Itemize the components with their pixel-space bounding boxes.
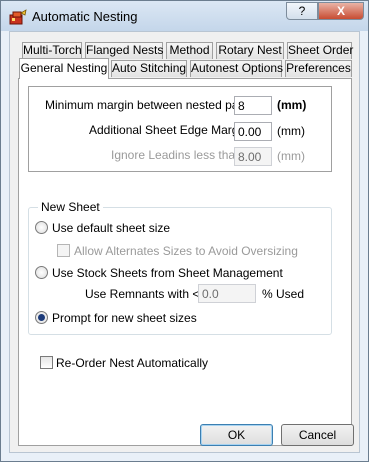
dialog-window: Automatic Nesting ? X Multi-Torch Flange… [0,0,369,462]
tab-preferences[interactable]: Preferences [285,60,352,77]
tab-sheet-order[interactable]: Sheet Order [287,42,353,59]
edge-margin-unit: (mm) [277,124,305,138]
default-sheet-radio[interactable] [35,221,48,234]
default-sheet-label[interactable]: Use default sheet size [52,221,170,235]
reorder-nest-label[interactable]: Re-Order Nest Automatically [56,356,208,370]
ignore-leadins-unit: (mm) [277,149,305,163]
prompt-sheet-label[interactable]: Prompt for new sheet sizes [52,311,197,325]
edge-margin-input[interactable] [234,122,272,141]
min-margin-unit: (mm) [277,98,307,112]
tab-multi-torch[interactable]: Multi-Torch [22,42,82,59]
allow-alternates-checkbox[interactable] [57,244,70,257]
tab-general-nesting[interactable]: General Nesting [19,58,109,79]
margin-settings-box: Minimum margin between nested parts: (mm… [28,86,332,172]
ignore-leadins-label: Ignore Leadins less than: [111,148,246,162]
prompt-sheet-radio[interactable] [35,311,48,324]
new-sheet-group: New Sheet Use default sheet size Allow A… [28,200,332,335]
tab-auto-stitching[interactable]: Auto Stitching [111,60,187,77]
close-icon: X [336,4,345,18]
help-icon: ? [298,4,306,18]
ok-button[interactable]: OK [200,424,273,446]
tab-autonest-options[interactable]: Autonest Options [190,60,283,77]
ignore-leadins-input[interactable] [234,147,272,166]
title-bar[interactable]: Automatic Nesting ? X [1,1,368,31]
cancel-button[interactable]: Cancel [281,424,354,446]
window-title: Automatic Nesting [32,9,138,24]
reorder-nest-checkbox[interactable] [40,356,53,369]
min-margin-input[interactable] [234,96,272,115]
tab-rotary-nest[interactable]: Rotary Nest [216,42,284,59]
nesting-app-icon [9,9,27,25]
min-margin-label: Minimum margin between nested parts: [45,98,256,112]
dialog-client-area: Multi-Torch Flanged Nests Method Rotary … [9,31,360,453]
help-button[interactable]: ? [286,2,318,20]
remnants-input[interactable] [198,284,256,303]
edge-margin-label: Additional Sheet Edge Margin [89,123,248,137]
close-button[interactable]: X [318,2,364,20]
tab-method[interactable]: Method [166,42,213,59]
allow-alternates-label: Allow Alternates Sizes to Avoid Oversizi… [74,244,298,258]
general-nesting-panel: Minimum margin between nested parts: (mm… [18,78,352,446]
remnants-unit: % Used [262,287,305,301]
new-sheet-legend: New Sheet [38,200,103,214]
tab-flanged-nests[interactable]: Flanged Nests [85,42,163,59]
stock-sheets-label[interactable]: Use Stock Sheets from Sheet Management [52,266,283,280]
stock-sheets-radio[interactable] [35,266,48,279]
remnants-label: Use Remnants with <= [85,287,207,301]
